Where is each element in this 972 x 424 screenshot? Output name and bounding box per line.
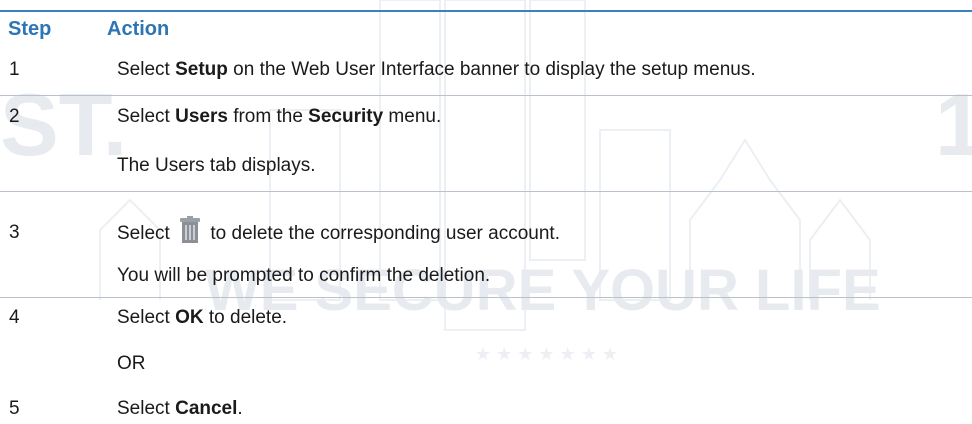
row-divider [0, 95, 972, 96]
action-text: Select to delete the corresponding user … [117, 216, 560, 245]
watermark-stars: ★ ★ ★ ★ ★ ★ ★ [475, 344, 618, 364]
row-divider [0, 191, 972, 192]
table-header: Step Action [0, 14, 972, 46]
ui-term: OK [175, 307, 204, 328]
row-divider [0, 297, 972, 298]
step-number: 3 [9, 222, 20, 243]
action-text: Select Users from the Security menu. [117, 106, 442, 127]
ui-term: Setup [175, 59, 228, 80]
header-action: Action [107, 18, 170, 40]
trash-icon [179, 216, 201, 244]
header-step: Step [8, 18, 52, 40]
action-note: OR [117, 353, 146, 374]
ui-term: Users [175, 106, 228, 127]
ui-term: Security [308, 106, 384, 127]
action-note: The Users tab displays. [117, 155, 316, 176]
ui-term: Cancel [175, 398, 238, 419]
step-number: 4 [9, 307, 20, 328]
step-number: 5 [9, 398, 20, 419]
action-text: Select OK to delete. [117, 307, 288, 328]
action-text: Select Setup on the Web User Interface b… [117, 59, 756, 80]
watermark-text-right: 1 [935, 75, 972, 174]
header-rule [0, 10, 972, 12]
step-number: 1 [9, 59, 20, 80]
action-note: You will be prompted to confirm the dele… [117, 265, 491, 286]
action-text: Select Cancel. [117, 398, 243, 419]
step-number: 2 [9, 106, 20, 127]
